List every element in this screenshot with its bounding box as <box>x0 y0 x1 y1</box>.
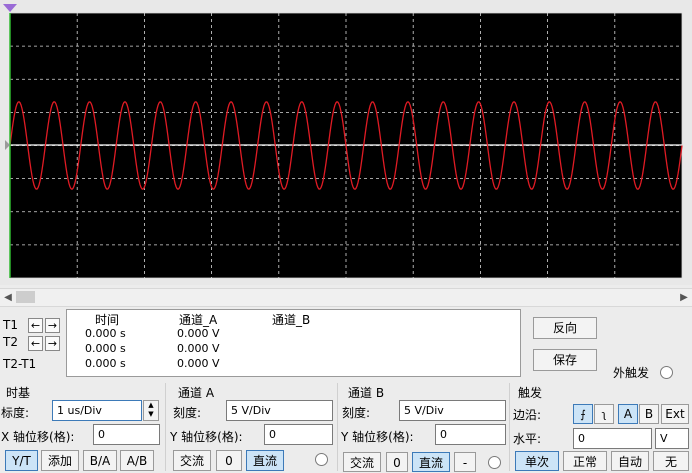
divider <box>337 383 338 471</box>
t1-left-button[interactable]: ← <box>28 318 43 333</box>
horizontal-scrollbar[interactable]: ◀ ▶ <box>0 288 692 307</box>
channel-b-terminal[interactable] <box>488 456 501 469</box>
trigger-source-a-button[interactable]: A <box>618 404 638 424</box>
diff-time-value: 0.000 s <box>85 357 126 370</box>
t2-time-value: 0.000 s <box>85 342 126 355</box>
ext-trigger-terminal[interactable] <box>660 366 673 379</box>
ext-trigger-label: 外触发 <box>613 366 650 380</box>
trigger-auto-button[interactable]: 自动 <box>611 451 649 471</box>
scroll-left-icon[interactable]: ◀ <box>0 289 16 306</box>
col-time-header: 时间 <box>95 313 120 327</box>
divider <box>165 383 166 471</box>
cursor-t1-label: T1 <box>3 318 18 332</box>
t2-right-button[interactable]: → <box>45 336 60 351</box>
edge-falling-icon[interactable]: ʅ <box>594 404 614 424</box>
channel-b-scale-label: 刻度: <box>342 406 371 420</box>
channel-b-ypos-field[interactable]: 0 <box>435 424 506 445</box>
timebase-xpos-field[interactable]: 0 <box>93 424 160 445</box>
channel-b-dc-button[interactable]: 直流 <box>412 452 450 472</box>
channel-b-ac-button[interactable]: 交流 <box>343 452 381 472</box>
diff-a-value: 0.000 V <box>177 357 220 370</box>
trigger-source-ext-button[interactable]: Ext <box>661 404 689 424</box>
mode-ba-button[interactable]: B/A <box>83 450 117 471</box>
timebase-title: 时基 <box>6 386 31 400</box>
trigger-single-button[interactable]: 单次 <box>515 451 559 471</box>
reverse-button[interactable]: 反向 <box>533 317 597 339</box>
divider <box>509 383 510 471</box>
channel-a-scale-label: 刻度: <box>173 406 202 420</box>
trigger-level-label: 水平: <box>513 432 542 446</box>
scope-display <box>3 4 683 279</box>
trigger-normal-button[interactable]: 正常 <box>563 451 607 471</box>
mode-yt-button[interactable]: Y/T <box>5 450 38 471</box>
scroll-thumb[interactable] <box>16 291 35 303</box>
channel-a-zero-button[interactable]: 0 <box>216 450 242 471</box>
trigger-level-unit[interactable]: V <box>655 428 689 449</box>
measurement-readout: 时间 通道_A 通道_B 0.000 s 0.000 V 0.000 s 0.0… <box>66 309 521 377</box>
t1-time-value: 0.000 s <box>85 327 126 340</box>
timebase-scale-spinner[interactable]: ▲ ▼ <box>143 400 159 421</box>
channel-a-scale-field[interactable]: 5 V/Div <box>226 400 333 421</box>
channel-a-ypos-field[interactable]: 0 <box>264 424 333 445</box>
t2-a-value: 0.000 V <box>177 342 220 355</box>
cursor-t2-label: T2 <box>3 335 18 349</box>
trigger-edge-label: 边沿: <box>513 408 542 422</box>
spin-up-icon[interactable]: ▲ <box>144 401 158 410</box>
mode-ab-button[interactable]: A/B <box>120 450 154 471</box>
channel-b-scale-field[interactable]: 5 V/Div <box>399 400 506 421</box>
edge-rising-icon[interactable]: ⨍ <box>573 404 593 424</box>
cursor-t1-handle[interactable] <box>3 4 17 12</box>
channel-a-terminal[interactable] <box>315 453 328 466</box>
timebase-scale-label: 标度: <box>1 406 30 420</box>
col-a-header: 通道_A <box>179 313 218 327</box>
channel-a-ac-button[interactable]: 交流 <box>173 450 211 471</box>
scroll-right-icon[interactable]: ▶ <box>676 289 692 306</box>
channel-a-title: 通道 A <box>178 386 215 400</box>
channel-b-title: 通道 B <box>348 386 385 400</box>
channel-b-ypos-label: Y 轴位移(格): <box>341 430 414 444</box>
cursor-diff-label: T2-T1 <box>3 357 37 371</box>
mode-add-button[interactable]: 添加 <box>41 450 79 471</box>
spin-down-icon[interactable]: ▼ <box>144 410 158 419</box>
timebase-scale-field[interactable]: 1 us/Div <box>52 400 142 421</box>
t1-right-button[interactable]: → <box>45 318 60 333</box>
channel-b-minus-button[interactable]: - <box>454 452 476 472</box>
t1-a-value: 0.000 V <box>177 327 220 340</box>
channel-a-ypos-label: Y 轴位移(格): <box>170 430 243 444</box>
col-b-header: 通道_B <box>272 313 311 327</box>
channel-b-zero-button[interactable]: 0 <box>386 452 408 472</box>
save-button[interactable]: 保存 <box>533 349 597 371</box>
timebase-xpos-label: X 轴位移(格): <box>1 430 75 444</box>
channel-a-dc-button[interactable]: 直流 <box>246 450 284 471</box>
trigger-level-field[interactable]: 0 <box>573 428 652 449</box>
trigger-source-b-button[interactable]: B <box>639 404 659 424</box>
trigger-title: 触发 <box>518 386 543 400</box>
t2-left-button[interactable]: ← <box>28 336 43 351</box>
trigger-none-button[interactable]: 无 <box>653 451 689 471</box>
oscilloscope-screen <box>0 0 692 285</box>
